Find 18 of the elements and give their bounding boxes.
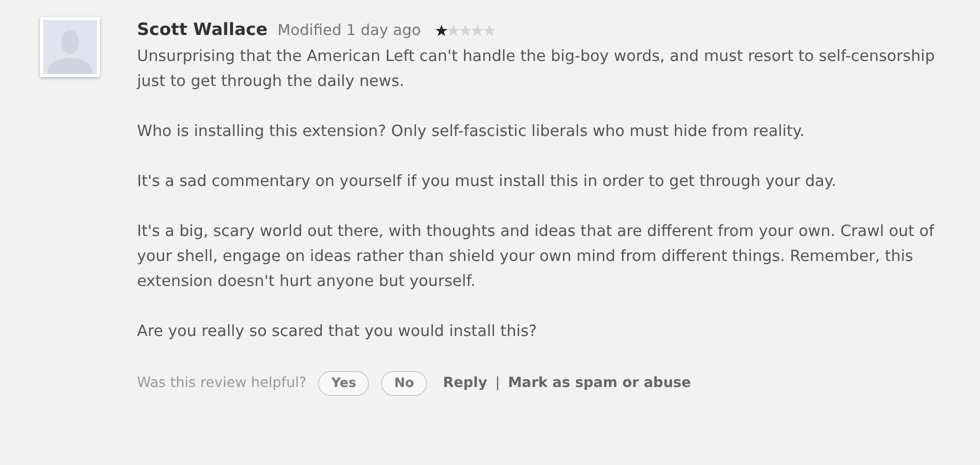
- star-icon: [434, 24, 448, 37]
- star-icon: [470, 24, 484, 37]
- spam-link[interactable]: Mark as spam or abuse: [508, 371, 691, 396]
- review-paragraph: Who is installing this extension? Only self-fascistic liberals who must hide from reality.: [137, 121, 806, 142]
- vote-button[interactable]: No: [381, 371, 427, 396]
- review-paragraph: It's a big, scary world out there, with thoughts and ideas that are different from your own. Crawl out of your shell, engage on ideas rather than shield your own mind from different things. Remember, this extension doesn't hurt anyone but yourself.: [137, 221, 936, 292]
- star-icon: [446, 24, 460, 37]
- review-paragraph: It's a sad commentary on yourself if you must install this in order to get through your day.: [137, 171, 838, 192]
- helpful-question: Was this review helpful?: [137, 374, 306, 393]
- review-paragraph: Unsurprising that the American Left can't handle the big-boy words, and must resort to self-censorship just to get through the daily news.: [137, 46, 936, 92]
- star-icon: [458, 24, 472, 37]
- reply-link[interactable]: Reply: [443, 371, 488, 396]
- modified-time: Modified 1 day ago: [278, 20, 421, 41]
- author-name: Scott Wallace: [137, 19, 268, 42]
- link-separator: |: [495, 374, 500, 393]
- star-icon: [482, 24, 496, 37]
- vote-button[interactable]: Yes: [318, 371, 370, 396]
- review-paragraph: Are you really so scared that you would install this?: [137, 321, 538, 342]
